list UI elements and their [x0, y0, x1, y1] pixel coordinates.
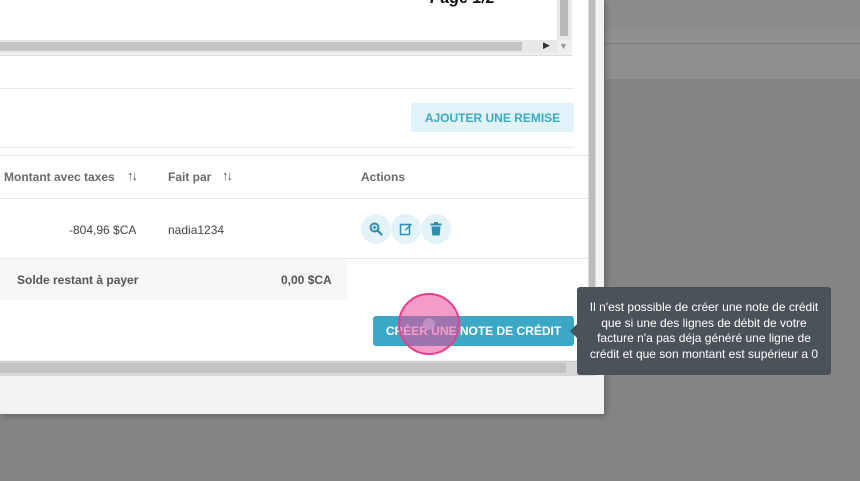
scroll-down-arrow-icon[interactable]: ▼ — [559, 41, 568, 51]
scroll-right-arrow-icon[interactable]: ▶ — [543, 40, 550, 51]
cursor-dot — [423, 318, 435, 330]
backdrop-band — [605, 27, 860, 79]
balance-row: Solde restant à payer 0,00 $CA — [0, 259, 347, 300]
column-header-amount[interactable]: Montant avec taxes — [4, 170, 115, 184]
header-row-border — [0, 198, 588, 199]
balance-value: 0,00 $CA — [281, 273, 332, 287]
column-header-done-by[interactable]: Fait par — [168, 170, 211, 184]
view-button[interactable] — [361, 214, 391, 244]
divider — [0, 88, 574, 89]
modal-content: Page 1/2 ▶ ▼ AJOUTER UNE REMISE Montant … — [0, 0, 588, 360]
add-discount-button[interactable]: AJOUTER UNE REMISE — [411, 103, 574, 132]
modal-horizontal-scroll-thumb[interactable] — [0, 363, 566, 373]
backdrop-top — [605, 0, 860, 27]
divider — [0, 147, 574, 148]
delete-button[interactable] — [421, 214, 451, 244]
row-amount: -804,96 $CA — [69, 223, 137, 237]
sort-icon[interactable]: ↑↓ — [222, 168, 233, 183]
table-top-border — [0, 155, 588, 156]
backdrop-line — [605, 43, 860, 44]
tooltip-arrow — [570, 324, 577, 338]
sort-icon[interactable]: ↑↓ — [127, 168, 138, 183]
pdf-page: Page 1/2 — [0, 0, 558, 40]
pdf-horizontal-scroll-thumb[interactable] — [0, 42, 522, 51]
pdf-vertical-scroll-thumb[interactable] — [560, 0, 568, 36]
credit-note-tooltip: Il n'est possible de créer une note de c… — [577, 287, 831, 375]
page-indicator: Page 1/2 — [430, 0, 495, 8]
column-header-actions: Actions — [361, 170, 406, 184]
edit-icon — [399, 223, 412, 236]
balance-label: Solde restant à payer — [17, 273, 139, 287]
tooltip-text: Il n'est possible de créer une note de c… — [589, 300, 819, 361]
invoice-modal: Page 1/2 ▶ ▼ AJOUTER UNE REMISE Montant … — [0, 0, 604, 414]
trash-icon — [430, 222, 442, 236]
edit-button[interactable] — [391, 214, 421, 244]
pdf-viewer: Page 1/2 ▶ ▼ — [0, 0, 572, 56]
search-plus-icon — [369, 222, 383, 236]
row-done-by: nadia1234 — [168, 223, 225, 237]
